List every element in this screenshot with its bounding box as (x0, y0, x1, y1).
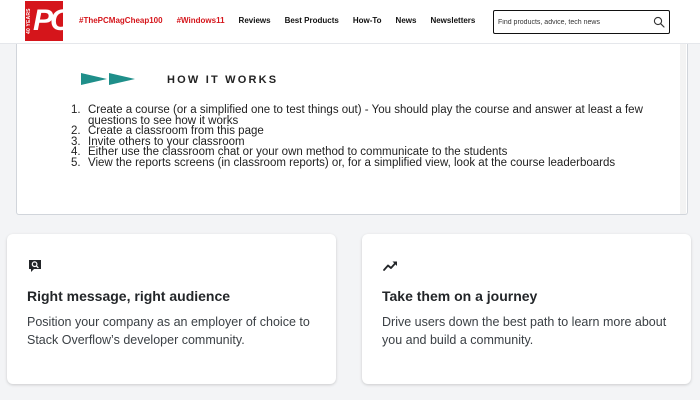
panel-scrollbar[interactable] (680, 44, 686, 214)
list-item: 5. View the reports screens (in classroom… (71, 156, 681, 169)
top-navigation-bar: 40 YEARS PC #ThePCMagCheap100 #Windows11… (0, 0, 700, 44)
nav-link-news[interactable]: News (396, 16, 417, 25)
card-description: Position your company as an employer of … (27, 315, 310, 347)
card-title: Take them on a journey (382, 288, 538, 304)
search-input[interactable] (498, 15, 648, 29)
feature-card-right-message: Right message, right audience Position y… (7, 234, 336, 384)
card-title: Right message, right audience (27, 288, 231, 304)
nav-link-cheap100[interactable]: #ThePCMagCheap100 (79, 16, 163, 25)
how-it-works-steps: 1. Create a course (or a simplified one t… (71, 104, 681, 169)
trending-up-icon (383, 261, 397, 271)
step-number: 4. (71, 146, 81, 158)
step-text: Create a course (or a simplified one to … (88, 104, 643, 127)
how-it-works-title: HOW IT WORKS (167, 74, 279, 86)
step-number: 5. (71, 156, 81, 169)
step-number: 1. (71, 104, 81, 116)
nav-links: #ThePCMagCheap100 #Windows11 Reviews Bes… (79, 16, 489, 25)
logo-pc-text: PC (33, 4, 63, 37)
step-text: Create a classroom from this page (88, 125, 264, 137)
pcmag-logo[interactable]: 40 YEARS PC (25, 1, 63, 41)
message-search-icon (29, 260, 41, 272)
how-it-works-screenshot: HOW IT WORKS 1. Create a course (or a sim… (16, 44, 688, 215)
step-text: Either use the classroom chat or your ow… (88, 146, 508, 158)
list-item: 1. Create a course (or a simplified one t… (71, 104, 681, 127)
nav-link-reviews[interactable]: Reviews (239, 16, 271, 25)
nav-link-windows11[interactable]: #Windows11 (177, 16, 225, 25)
double-arrow-icon (81, 73, 135, 85)
step-number: 2. (71, 125, 81, 137)
nav-link-how-to[interactable]: How-To (353, 16, 382, 25)
list-item: 4. Either use the classroom chat or your … (71, 147, 681, 158)
feature-card-journey: Take them on a journey Drive users down … (362, 234, 691, 384)
search-icon[interactable] (653, 16, 665, 28)
search-box (493, 10, 670, 34)
nav-link-newsletters[interactable]: Newsletters (430, 16, 475, 25)
list-item: 2. Create a classroom from this page (71, 126, 681, 137)
nav-link-best-products[interactable]: Best Products (285, 16, 339, 25)
card-description: Drive users down the best path to learn … (382, 315, 667, 347)
step-text: View the reports screens (in classroom r… (88, 156, 616, 169)
